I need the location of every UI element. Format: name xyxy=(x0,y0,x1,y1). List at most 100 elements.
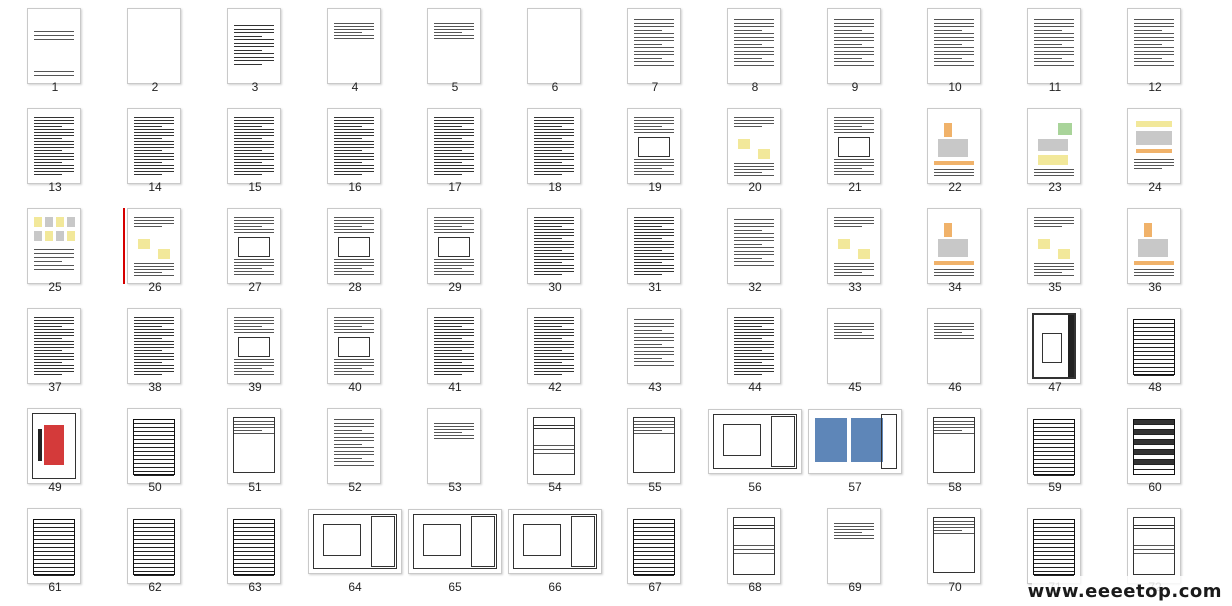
page-thumbnail-1[interactable]: 1 xyxy=(5,0,105,100)
page-thumbnail-52[interactable]: 52 xyxy=(305,400,405,500)
page-preview[interactable] xyxy=(127,208,181,284)
page-thumbnail-37[interactable]: 37 xyxy=(5,300,105,400)
page-thumbnail-18[interactable]: 18 xyxy=(505,100,605,200)
page-preview[interactable] xyxy=(327,408,381,484)
page-preview[interactable] xyxy=(1027,108,1081,184)
page-thumbnail-38[interactable]: 38 xyxy=(105,300,205,400)
page-thumbnail-25[interactable]: 25 xyxy=(5,200,105,300)
page-thumbnail-21[interactable]: 21 xyxy=(805,100,905,200)
page-thumbnail-68[interactable]: 68 xyxy=(705,500,805,600)
page-preview[interactable] xyxy=(808,409,902,474)
page-thumbnail-15[interactable]: 15 xyxy=(205,100,305,200)
page-preview[interactable] xyxy=(27,108,81,184)
page-thumbnail-62[interactable]: 62 xyxy=(105,500,205,600)
page-preview[interactable] xyxy=(127,8,181,84)
page-preview[interactable] xyxy=(227,208,281,284)
page-preview[interactable] xyxy=(927,508,981,584)
page-thumbnail-3[interactable]: 3 xyxy=(205,0,305,100)
page-preview[interactable] xyxy=(227,108,281,184)
page-preview[interactable] xyxy=(727,208,781,284)
page-thumbnail-41[interactable]: 41 xyxy=(405,300,505,400)
page-preview[interactable] xyxy=(27,208,81,284)
page-thumbnail-59[interactable]: 59 xyxy=(1005,400,1105,500)
page-thumbnail-16[interactable]: 16 xyxy=(305,100,405,200)
page-preview[interactable] xyxy=(627,308,681,384)
page-thumbnail-46[interactable]: 46 xyxy=(905,300,1005,400)
page-thumbnail-32[interactable]: 32 xyxy=(705,200,805,300)
page-preview[interactable] xyxy=(1027,8,1081,84)
page-preview[interactable] xyxy=(927,8,981,84)
page-preview[interactable] xyxy=(927,108,981,184)
page-preview[interactable] xyxy=(708,409,802,474)
page-preview[interactable] xyxy=(527,108,581,184)
page-preview[interactable] xyxy=(27,508,81,584)
page-preview[interactable] xyxy=(327,108,381,184)
page-thumbnail-30[interactable]: 30 xyxy=(505,200,605,300)
page-preview[interactable] xyxy=(27,8,81,84)
page-preview[interactable] xyxy=(527,408,581,484)
page-thumbnail-7[interactable]: 7 xyxy=(605,0,705,100)
page-preview[interactable] xyxy=(427,208,481,284)
page-thumbnail-24[interactable]: 24 xyxy=(1105,100,1205,200)
page-preview[interactable] xyxy=(508,509,602,574)
page-preview[interactable] xyxy=(827,108,881,184)
page-preview[interactable] xyxy=(427,108,481,184)
page-thumbnail-19[interactable]: 19 xyxy=(605,100,705,200)
page-preview[interactable] xyxy=(427,8,481,84)
page-preview[interactable] xyxy=(627,508,681,584)
page-thumbnail-31[interactable]: 31 xyxy=(605,200,705,300)
page-thumbnail-10[interactable]: 10 xyxy=(905,0,1005,100)
page-thumbnail-43[interactable]: 43 xyxy=(605,300,705,400)
page-thumbnail-20[interactable]: 20 xyxy=(705,100,805,200)
page-preview[interactable] xyxy=(1027,408,1081,484)
page-preview[interactable] xyxy=(627,108,681,184)
page-thumbnail-42[interactable]: 42 xyxy=(505,300,605,400)
page-preview[interactable] xyxy=(1027,508,1081,584)
page-preview[interactable] xyxy=(127,308,181,384)
page-preview[interactable] xyxy=(627,408,681,484)
page-thumbnail-26[interactable]: 26 xyxy=(105,200,205,300)
page-thumbnail-55[interactable]: 55 xyxy=(605,400,705,500)
page-thumbnail-17[interactable]: 17 xyxy=(405,100,505,200)
page-thumbnail-70[interactable]: 70 xyxy=(905,500,1005,600)
page-thumbnail-61[interactable]: 61 xyxy=(5,500,105,600)
page-thumbnail-53[interactable]: 53 xyxy=(405,400,505,500)
page-thumbnail-2[interactable]: 2 xyxy=(105,0,205,100)
page-preview[interactable] xyxy=(527,208,581,284)
page-thumbnail-51[interactable]: 51 xyxy=(205,400,305,500)
page-preview[interactable] xyxy=(227,408,281,484)
page-thumbnail-35[interactable]: 35 xyxy=(1005,200,1105,300)
page-preview[interactable] xyxy=(827,308,881,384)
page-preview[interactable] xyxy=(627,208,681,284)
page-thumbnail-64[interactable]: 64 xyxy=(305,500,405,600)
page-preview[interactable] xyxy=(427,308,481,384)
page-preview[interactable] xyxy=(227,8,281,84)
page-preview[interactable] xyxy=(527,8,581,84)
page-preview[interactable] xyxy=(727,108,781,184)
page-thumbnail-45[interactable]: 45 xyxy=(805,300,905,400)
page-thumbnail-47[interactable]: 47 xyxy=(1005,300,1105,400)
page-preview[interactable] xyxy=(308,509,402,574)
page-thumbnail-67[interactable]: 67 xyxy=(605,500,705,600)
page-preview[interactable] xyxy=(27,308,81,384)
page-preview[interactable] xyxy=(727,308,781,384)
page-thumbnail-4[interactable]: 4 xyxy=(305,0,405,100)
page-thumbnail-57[interactable]: 57 xyxy=(805,400,905,500)
page-preview[interactable] xyxy=(1127,108,1181,184)
page-thumbnail-36[interactable]: 36 xyxy=(1105,200,1205,300)
page-thumbnail-63[interactable]: 63 xyxy=(205,500,305,600)
page-thumbnail-44[interactable]: 44 xyxy=(705,300,805,400)
page-preview[interactable] xyxy=(527,308,581,384)
page-preview[interactable] xyxy=(408,509,502,574)
page-preview[interactable] xyxy=(127,408,181,484)
page-thumbnail-39[interactable]: 39 xyxy=(205,300,305,400)
page-preview[interactable] xyxy=(227,308,281,384)
page-thumbnail-48[interactable]: 48 xyxy=(1105,300,1205,400)
page-thumbnail-34[interactable]: 34 xyxy=(905,200,1005,300)
page-thumbnail-49[interactable]: 49 xyxy=(5,400,105,500)
page-preview[interactable] xyxy=(1127,408,1181,484)
page-preview[interactable] xyxy=(427,408,481,484)
page-preview[interactable] xyxy=(1127,508,1181,584)
page-thumbnail-60[interactable]: 60 xyxy=(1105,400,1205,500)
page-preview[interactable] xyxy=(127,108,181,184)
